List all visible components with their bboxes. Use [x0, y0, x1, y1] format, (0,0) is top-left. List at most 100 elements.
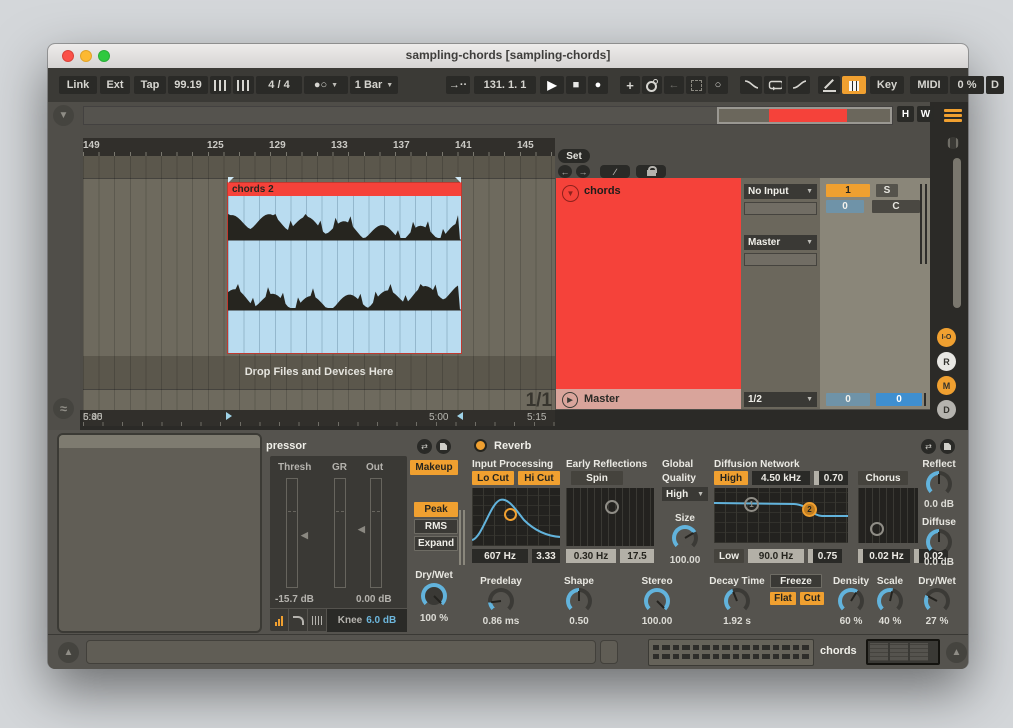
input-channel-box[interactable] [744, 202, 817, 215]
midi-map-button[interactable]: MIDI [910, 76, 948, 94]
high-freq-value[interactable]: 4.50 kHz [752, 471, 810, 485]
track-activator-button[interactable]: 1 [826, 184, 870, 197]
knee-value[interactable]: 6.0 dB [366, 615, 396, 626]
master-routing-select[interactable]: 1/2 ▼ [744, 392, 817, 407]
input-filter-graph[interactable] [472, 488, 560, 546]
beat-time-ruler[interactable]: 125129133137141145149 [83, 138, 555, 156]
reverb-titlebar[interactable]: Reverb ⇄ [468, 437, 962, 456]
diffusion-eq-graph[interactable]: 1 2 [714, 488, 848, 543]
tap-tempo-button[interactable]: Tap [134, 76, 166, 94]
stereo-value[interactable]: 100.00 [630, 616, 684, 627]
input-freq-value[interactable]: 607 Hz [472, 549, 528, 563]
key-map-button[interactable]: Key [870, 76, 904, 94]
chorus-xy-pad[interactable] [858, 488, 918, 543]
thresh-slider-handle[interactable]: ◀ [301, 530, 308, 541]
cut-button[interactable]: Cut [800, 592, 824, 605]
device-chain-overview[interactable] [866, 639, 940, 665]
crossfade-button[interactable]: C [872, 200, 920, 213]
thresh-value[interactable]: -15.7 dB [275, 594, 314, 605]
reverb-drywet-value[interactable]: 27 % [912, 616, 962, 627]
re-enable-automation-button[interactable]: ← [664, 76, 684, 94]
arrangement-selector-icon[interactable]: ▼ [53, 105, 74, 126]
hi-cut-button[interactable]: Hi Cut [518, 471, 560, 485]
loop-start-marker[interactable] [228, 177, 234, 183]
device-separator[interactable] [459, 510, 461, 565]
time-signature-field[interactable]: 4 / 4 [256, 76, 302, 94]
arm-record-value[interactable]: 0 [826, 200, 864, 213]
low-shelf-button[interactable]: Low [714, 549, 744, 563]
audio-clip[interactable]: chords 2 [228, 183, 461, 353]
overview-toggle-button[interactable] [940, 102, 966, 128]
master-name[interactable]: Master [584, 393, 619, 405]
chorus-handle[interactable] [870, 522, 884, 536]
zoom-width-button[interactable]: W [917, 106, 934, 122]
filter-handle[interactable] [504, 508, 517, 521]
prev-locator-button[interactable]: ← [558, 165, 572, 178]
lock-envelopes-button[interactable] [636, 165, 666, 178]
overdub-button[interactable]: + [620, 76, 640, 94]
device-on-led[interactable] [474, 439, 487, 452]
mixer-circle-icon[interactable] [942, 132, 964, 154]
knee-field[interactable]: Knee 6.0 dB [327, 609, 407, 632]
high-shelf-handle[interactable]: 2 [802, 502, 817, 517]
master-header[interactable]: ▶ Master [556, 389, 741, 409]
reflect-knob[interactable] [926, 471, 952, 497]
low-gain-value[interactable]: 0.75 [808, 549, 842, 563]
out-value[interactable]: 0.00 dB [356, 594, 392, 605]
loop-end-marker[interactable] [455, 177, 461, 183]
record-button[interactable]: ● [588, 76, 608, 94]
high-gain-value[interactable]: 0.70 [814, 471, 848, 485]
freeze-button[interactable]: Freeze [770, 574, 822, 588]
track-header-chords[interactable]: ▼ chords [556, 178, 741, 389]
decay-time-value[interactable]: 1.92 s [706, 616, 768, 627]
draw-automation-button[interactable]: ∕ [600, 165, 630, 178]
scale-knob[interactable] [877, 588, 903, 614]
low-freq-value[interactable]: 90.0 Hz [748, 549, 804, 563]
toggle-io-button[interactable]: I-O [937, 328, 956, 347]
follow-button[interactable]: →·· [446, 76, 470, 94]
spin-xy-pad[interactable] [566, 488, 654, 546]
hot-swap-icon[interactable]: ⇄ [921, 439, 936, 454]
makeup-button[interactable]: Makeup [410, 460, 458, 475]
output-channel-box[interactable] [744, 253, 817, 266]
density-knob[interactable] [838, 588, 864, 614]
arrangement-position-field[interactable]: 131. 1. 1 [474, 76, 536, 94]
clip-title[interactable]: chords 2 [228, 183, 461, 196]
solo-button[interactable]: S [876, 184, 898, 197]
stereo-knob[interactable] [644, 588, 670, 614]
spin-amount-value[interactable]: 17.5 [620, 549, 654, 563]
comp-drywet-knob[interactable] [421, 583, 447, 609]
master-volume-value[interactable]: 0 [876, 393, 922, 406]
decay-time-knob[interactable] [724, 588, 750, 614]
punch-out-button[interactable] [788, 76, 810, 94]
density-value[interactable]: 60 % [828, 616, 874, 627]
arrangement-overview[interactable] [83, 106, 893, 125]
set-locator-button[interactable]: Set [558, 149, 590, 163]
low-shelf-handle[interactable]: 1 [744, 497, 759, 512]
time-ruler[interactable]: 5:005:155:305:456:00 [83, 410, 555, 426]
automation-arm-button[interactable] [642, 76, 662, 94]
quality-select[interactable]: High ▼ [662, 487, 708, 501]
punch-in-button[interactable] [740, 76, 762, 94]
scale-value[interactable]: 40 % [870, 616, 910, 627]
comp-drywet-value[interactable]: 100 % [410, 613, 458, 624]
compressor-titlebar[interactable]: pressor ⇄ [264, 437, 458, 456]
device-separator[interactable] [463, 510, 465, 565]
toggle-returns-button[interactable]: R [937, 352, 956, 371]
chorus-rate-value[interactable]: 0.02 Hz [858, 549, 910, 563]
diffuse-knob[interactable] [926, 529, 952, 555]
lo-cut-button[interactable]: Lo Cut [472, 471, 514, 485]
flat-button[interactable]: Flat [770, 592, 796, 605]
transfer-curve-button[interactable] [289, 609, 308, 632]
spin-button[interactable]: Spin [571, 471, 623, 485]
ext-button[interactable]: Ext [100, 76, 130, 94]
toggle-delay-button[interactable]: D [937, 400, 956, 419]
chorus-button[interactable]: Chorus [858, 471, 908, 485]
input-q-value[interactable]: 3.33 [532, 549, 560, 563]
out-meter[interactable] [370, 478, 382, 588]
rms-button[interactable]: RMS [414, 519, 458, 534]
master-pan-value[interactable]: 0 [826, 393, 870, 406]
session-record-button[interactable] [686, 76, 706, 94]
device-view-toggle-icon[interactable]: ▲ [946, 642, 967, 663]
groove-pool-icon[interactable]: ≈ [53, 398, 74, 419]
